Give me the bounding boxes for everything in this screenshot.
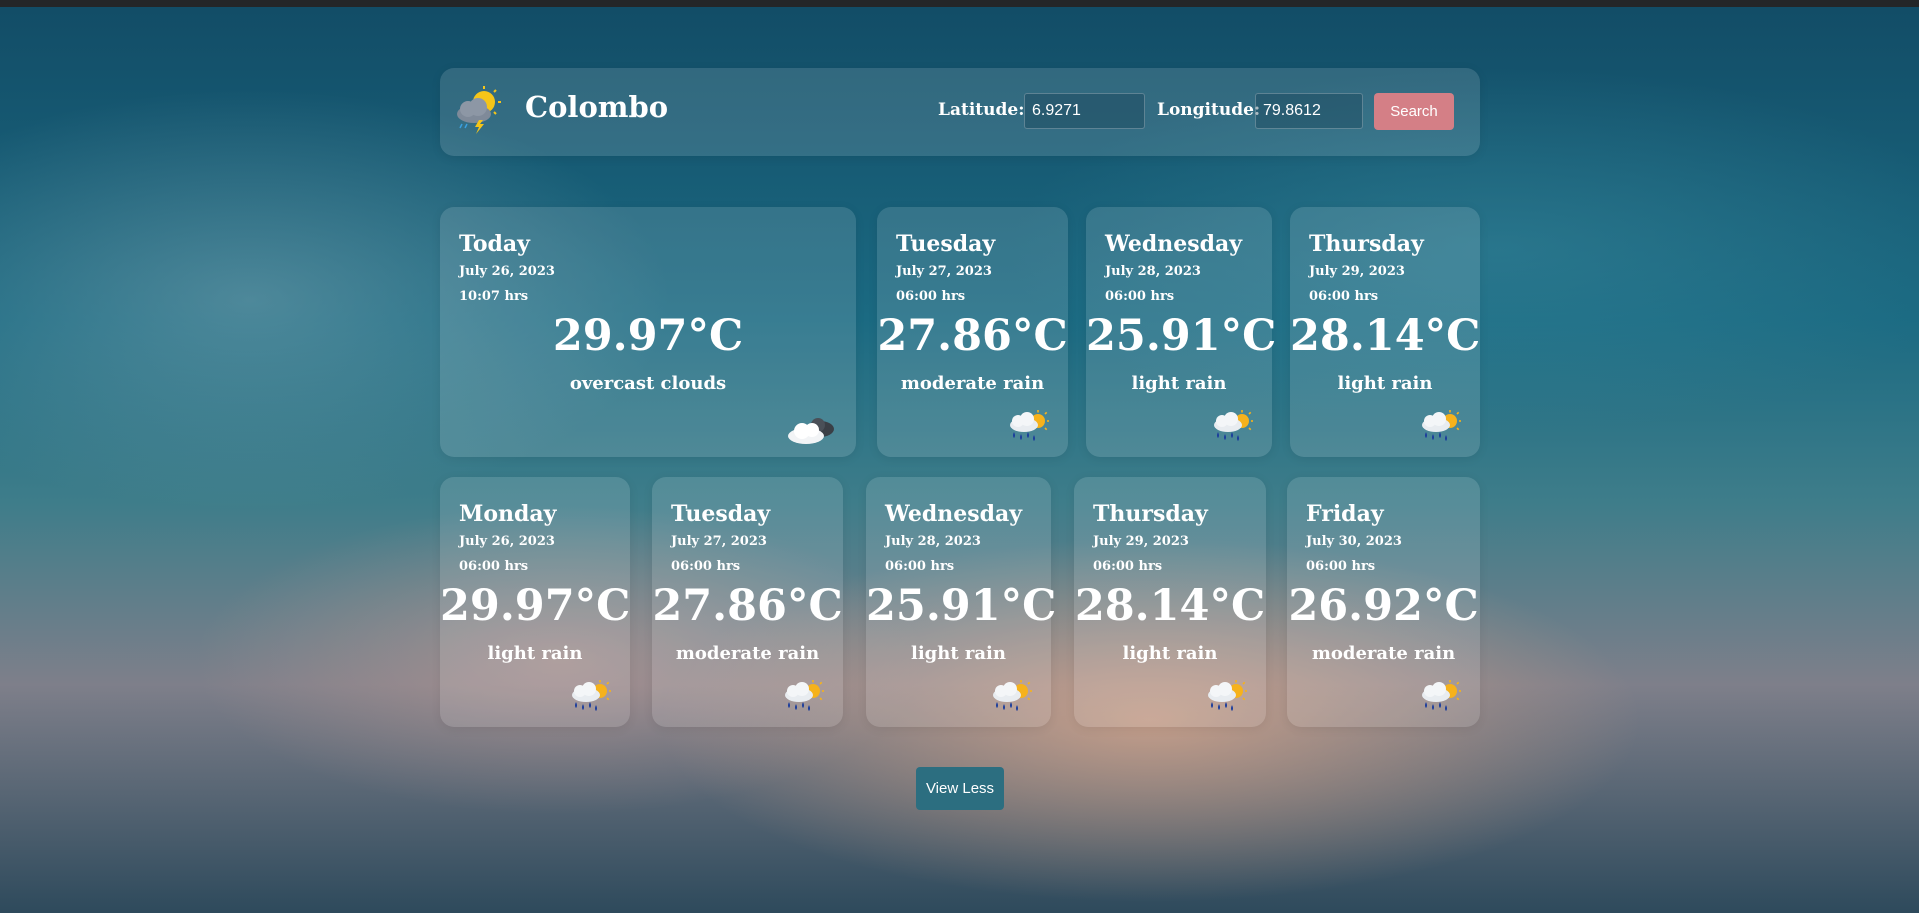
card-day: Today: [459, 231, 530, 257]
forecast-card: Friday July 30, 2023 06:00 hrs 26.92°C m…: [1287, 477, 1480, 727]
card-time: 06:00 hrs: [885, 559, 955, 574]
card-description: light rain: [487, 643, 583, 664]
cloud-icon: [788, 418, 834, 444]
sun-rain-icon: [1004, 409, 1050, 445]
card-description: light rain: [1337, 373, 1433, 394]
card-time: 06:00 hrs: [1105, 289, 1175, 304]
card-description: overcast clouds: [569, 373, 727, 394]
card-description: moderate rain: [675, 643, 820, 664]
card-temperature: 27.86°C: [652, 581, 843, 631]
card-temperature: 29.97°C: [440, 581, 631, 631]
latitude-input[interactable]: [1024, 93, 1145, 129]
card-temperature: 25.91°C: [1086, 311, 1277, 361]
today-card: Today July 26, 2023 10:07 hrs 29.97°C ov…: [440, 207, 856, 457]
longitude-label: Longitude:: [1157, 100, 1261, 120]
card-day: Wednesday: [885, 501, 1023, 527]
card-time: 10:07 hrs: [459, 289, 529, 304]
forecast-card: Thursday July 29, 2023 06:00 hrs 28.14°C…: [1290, 207, 1480, 457]
sun-cloud-rain-icon: [457, 86, 501, 134]
latitude-label: Latitude:: [938, 100, 1025, 120]
sun-rain-icon: [1202, 679, 1248, 715]
card-description: moderate rain: [1311, 643, 1456, 664]
browser-top-bar: [0, 0, 1919, 7]
card-day: Friday: [1306, 501, 1384, 527]
sun-rain-icon: [1416, 409, 1462, 445]
forecast-card: Tuesday July 27, 2023 06:00 hrs 27.86°C …: [877, 207, 1068, 457]
view-less-button[interactable]: View Less: [916, 767, 1004, 810]
forecast-card: Wednesday July 28, 2023 06:00 hrs 25.91°…: [1086, 207, 1277, 457]
card-temperature: 29.97°C: [552, 311, 744, 361]
card-temperature: 28.14°C: [1290, 311, 1481, 361]
card-temperature: 27.86°C: [877, 311, 1068, 361]
card-day: Tuesday: [671, 501, 771, 527]
card-date: July 30, 2023: [1306, 534, 1402, 549]
longitude-input[interactable]: [1255, 93, 1363, 129]
card-date: July 27, 2023: [896, 264, 992, 279]
card-time: 06:00 hrs: [1306, 559, 1376, 574]
forecast-card: Thursday July 29, 2023 06:00 hrs 28.14°C…: [1074, 477, 1266, 727]
card-day: Thursday: [1093, 501, 1208, 527]
card-time: 06:00 hrs: [896, 289, 966, 304]
search-button[interactable]: Search: [1374, 93, 1454, 130]
sun-rain-icon: [779, 679, 825, 715]
forecast-card: Tuesday July 27, 2023 06:00 hrs 27.86°C …: [652, 477, 843, 727]
card-day: Wednesday: [1105, 231, 1243, 257]
card-day: Monday: [459, 501, 557, 527]
card-description: light rain: [910, 643, 1006, 664]
forecast-card: Monday July 26, 2023 06:00 hrs 29.97°C l…: [440, 477, 630, 727]
card-date: July 29, 2023: [1093, 534, 1189, 549]
card-date: July 26, 2023: [459, 264, 555, 279]
card-description: light rain: [1131, 373, 1227, 394]
card-date: July 29, 2023: [1309, 264, 1405, 279]
sun-rain-icon: [1208, 409, 1254, 445]
city-name: Colombo: [525, 90, 669, 124]
card-time: 06:00 hrs: [459, 559, 529, 574]
card-temperature: 28.14°C: [1074, 581, 1266, 631]
card-description: moderate rain: [900, 373, 1045, 394]
card-day: Thursday: [1309, 231, 1424, 257]
card-date: July 27, 2023: [671, 534, 767, 549]
card-date: July 28, 2023: [885, 534, 981, 549]
card-time: 06:00 hrs: [671, 559, 741, 574]
card-date: July 28, 2023: [1105, 264, 1201, 279]
sun-rain-icon: [1416, 679, 1462, 715]
card-time: 06:00 hrs: [1309, 289, 1379, 304]
forecast-card: Wednesday July 28, 2023 06:00 hrs 25.91°…: [866, 477, 1057, 727]
search-header: Colombo Latitude: Longitude: Search: [440, 68, 1480, 156]
sun-rain-icon: [566, 679, 612, 715]
card-temperature: 26.92°C: [1288, 581, 1479, 631]
card-day: Tuesday: [896, 231, 996, 257]
card-temperature: 25.91°C: [866, 581, 1057, 631]
card-description: light rain: [1122, 643, 1218, 664]
card-time: 06:00 hrs: [1093, 559, 1163, 574]
sun-rain-icon: [987, 679, 1033, 715]
card-date: July 26, 2023: [459, 534, 555, 549]
